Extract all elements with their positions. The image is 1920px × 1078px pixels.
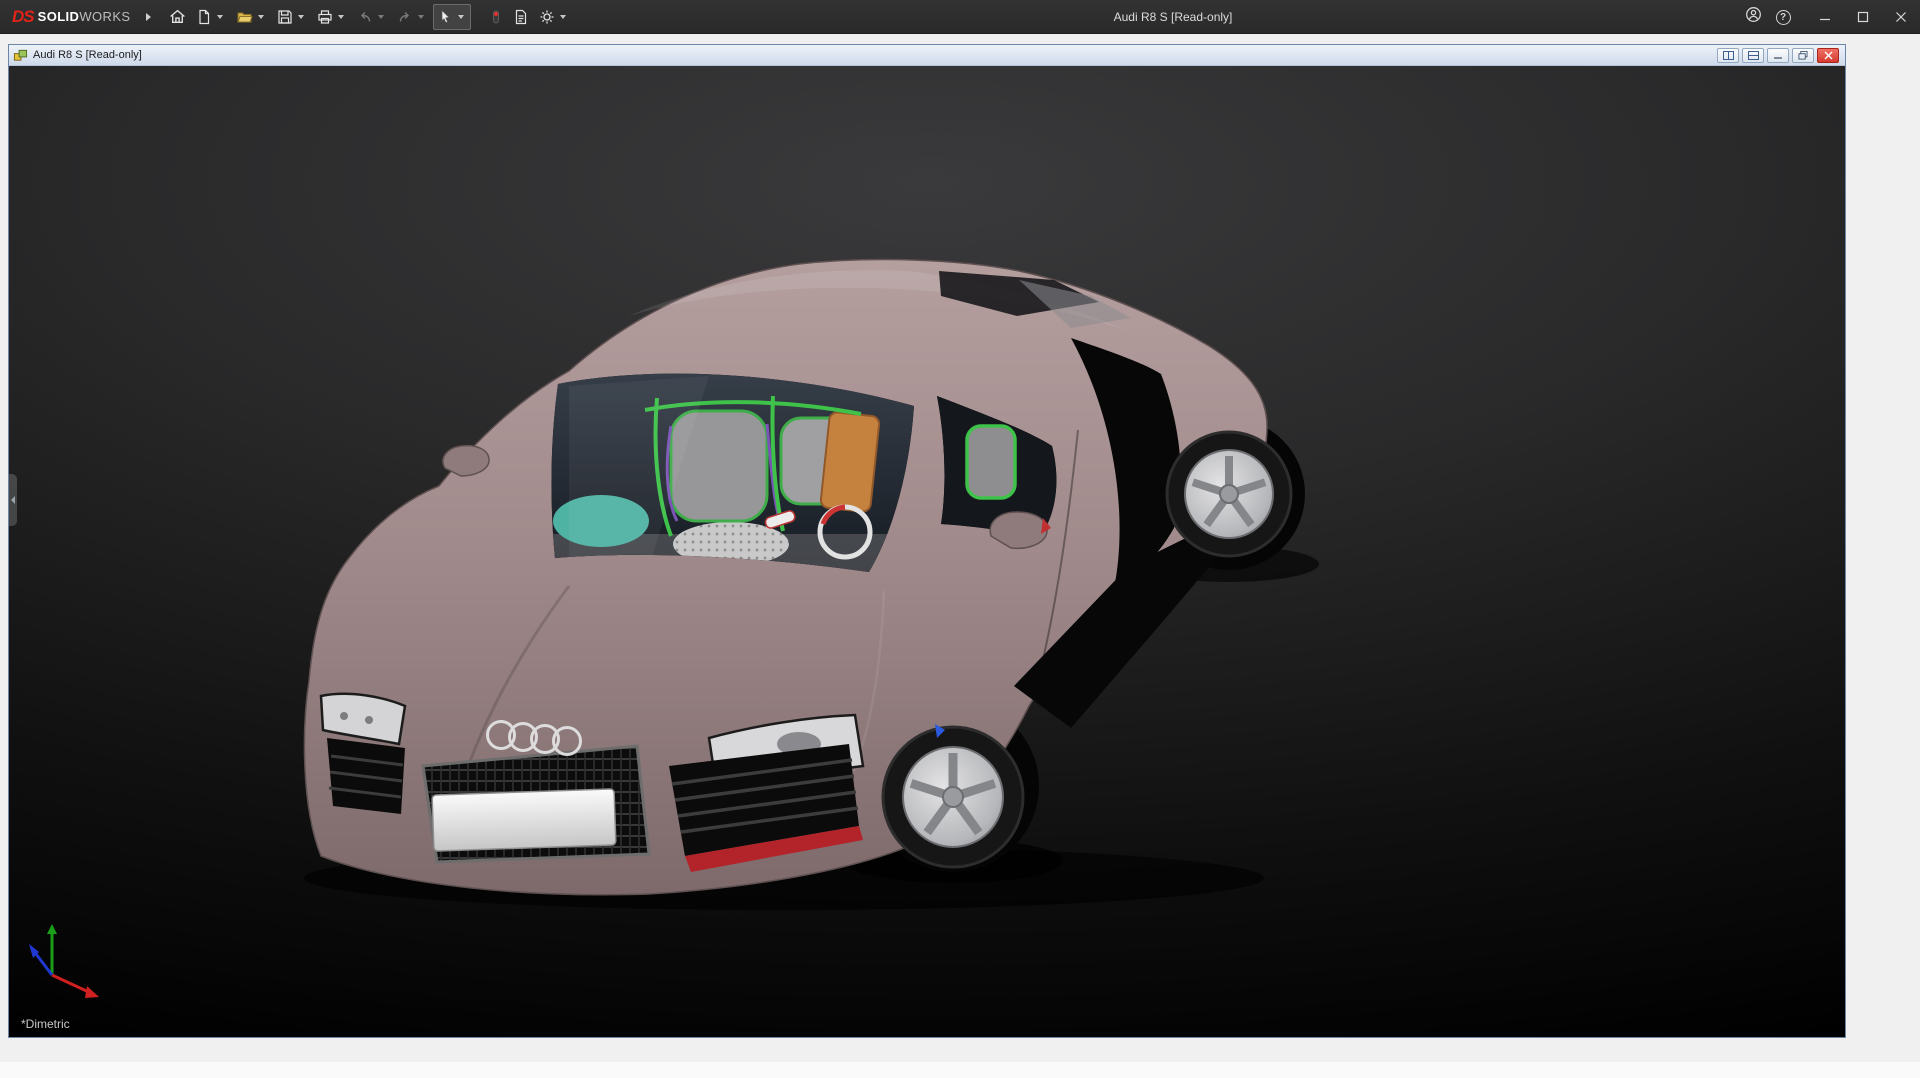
rebuild-button[interactable]: [485, 4, 507, 30]
car-model-render: [9, 66, 1845, 1037]
status-bar: [0, 1040, 1920, 1062]
options-dropdown-icon[interactable]: [560, 15, 566, 19]
print-button[interactable]: [313, 4, 351, 30]
help-icon: ?: [1776, 10, 1791, 25]
doc-restore-icon: [1798, 51, 1808, 60]
app-titlebar: DS SOLID WORKS: [0, 0, 1920, 34]
feature-panel-flyout-tab[interactable]: [9, 474, 17, 526]
help-button[interactable]: ?: [1768, 3, 1798, 31]
document-window: Audi R8 S [Read-only]: [8, 44, 1846, 1038]
tile-horizontal-icon: [1723, 51, 1734, 60]
account-icon: [1745, 6, 1762, 28]
open-folder-icon: [236, 9, 253, 25]
select-dropdown-icon[interactable]: [458, 15, 464, 19]
bottom-strip: [0, 1062, 1920, 1078]
save-button[interactable]: [273, 4, 311, 30]
interior-seat-through-window: [967, 426, 1015, 498]
select-cursor-icon: [437, 9, 453, 25]
file-properties-button[interactable]: [509, 4, 533, 30]
quick-access-toolbar: [165, 4, 573, 30]
intake-left: [327, 738, 405, 814]
open-dropdown-icon[interactable]: [258, 15, 264, 19]
titlebar-right-controls: ?: [1738, 0, 1920, 34]
redo-icon: [397, 9, 413, 25]
doc-close-button[interactable]: [1817, 48, 1839, 63]
undo-button[interactable]: [353, 4, 391, 30]
options-button[interactable]: [535, 4, 573, 30]
new-document-dropdown-icon[interactable]: [217, 15, 223, 19]
home-button[interactable]: [165, 4, 190, 30]
interior-orange-panel: [820, 412, 880, 513]
save-icon: [277, 9, 293, 25]
file-properties-icon: [513, 9, 529, 25]
wheel-rear: [1167, 432, 1291, 556]
document-window-controls: [1717, 48, 1841, 63]
side-mirror-left: [443, 446, 489, 476]
ds-logo-icon: DS: [12, 7, 34, 27]
new-document-icon: [196, 9, 212, 25]
undo-icon: [357, 9, 373, 25]
close-icon: [1895, 11, 1907, 23]
wheel-front: [883, 724, 1023, 867]
select-tool-button[interactable]: [433, 4, 471, 30]
save-dropdown-icon[interactable]: [298, 15, 304, 19]
doc-minimize-button[interactable]: [1767, 48, 1789, 63]
maximize-icon: [1857, 11, 1869, 23]
document-title: Audi R8 S [Read-only]: [33, 49, 142, 61]
print-dropdown-icon[interactable]: [338, 15, 344, 19]
redo-dropdown-icon[interactable]: [418, 15, 424, 19]
doc-minimize-icon: [1773, 51, 1783, 60]
chevron-left-icon: [11, 496, 15, 504]
document-titlebar[interactable]: Audi R8 S [Read-only]: [9, 45, 1845, 66]
redo-button[interactable]: [393, 4, 431, 30]
license-plate: [432, 789, 616, 851]
print-icon: [317, 9, 333, 25]
brand-name-secondary: WORKS: [79, 9, 130, 24]
view-orientation-label: *Dimetric: [21, 1017, 70, 1031]
doc-tile-horizontal-button[interactable]: [1717, 48, 1739, 63]
assembly-document-icon: [13, 48, 28, 63]
front-grille: [423, 746, 649, 862]
app-maximize-button[interactable]: [1844, 0, 1882, 34]
home-icon: [169, 8, 186, 25]
account-button[interactable]: [1738, 3, 1768, 31]
app-window-title: Audi R8 S [Read-only]: [1114, 0, 1233, 34]
doc-tile-vertical-button[interactable]: [1742, 48, 1764, 63]
app-minimize-button[interactable]: [1806, 0, 1844, 34]
new-document-button[interactable]: [192, 4, 230, 30]
menu-expand-chevron-icon[interactable]: [146, 13, 151, 21]
3d-viewport[interactable]: *Dimetric: [9, 66, 1845, 1037]
orientation-triad: [29, 924, 99, 998]
doc-close-icon: [1824, 51, 1833, 60]
doc-restore-button[interactable]: [1792, 48, 1814, 63]
undo-dropdown-icon[interactable]: [378, 15, 384, 19]
tile-vertical-icon: [1748, 51, 1759, 60]
brand-name-primary: SOLID: [38, 9, 80, 24]
open-button[interactable]: [232, 4, 271, 30]
rebuild-icon: [489, 9, 503, 25]
options-gear-icon: [539, 9, 555, 25]
solidworks-logo: DS SOLID WORKS: [0, 0, 130, 33]
minimize-icon: [1819, 11, 1831, 23]
app-close-button[interactable]: [1882, 0, 1920, 34]
